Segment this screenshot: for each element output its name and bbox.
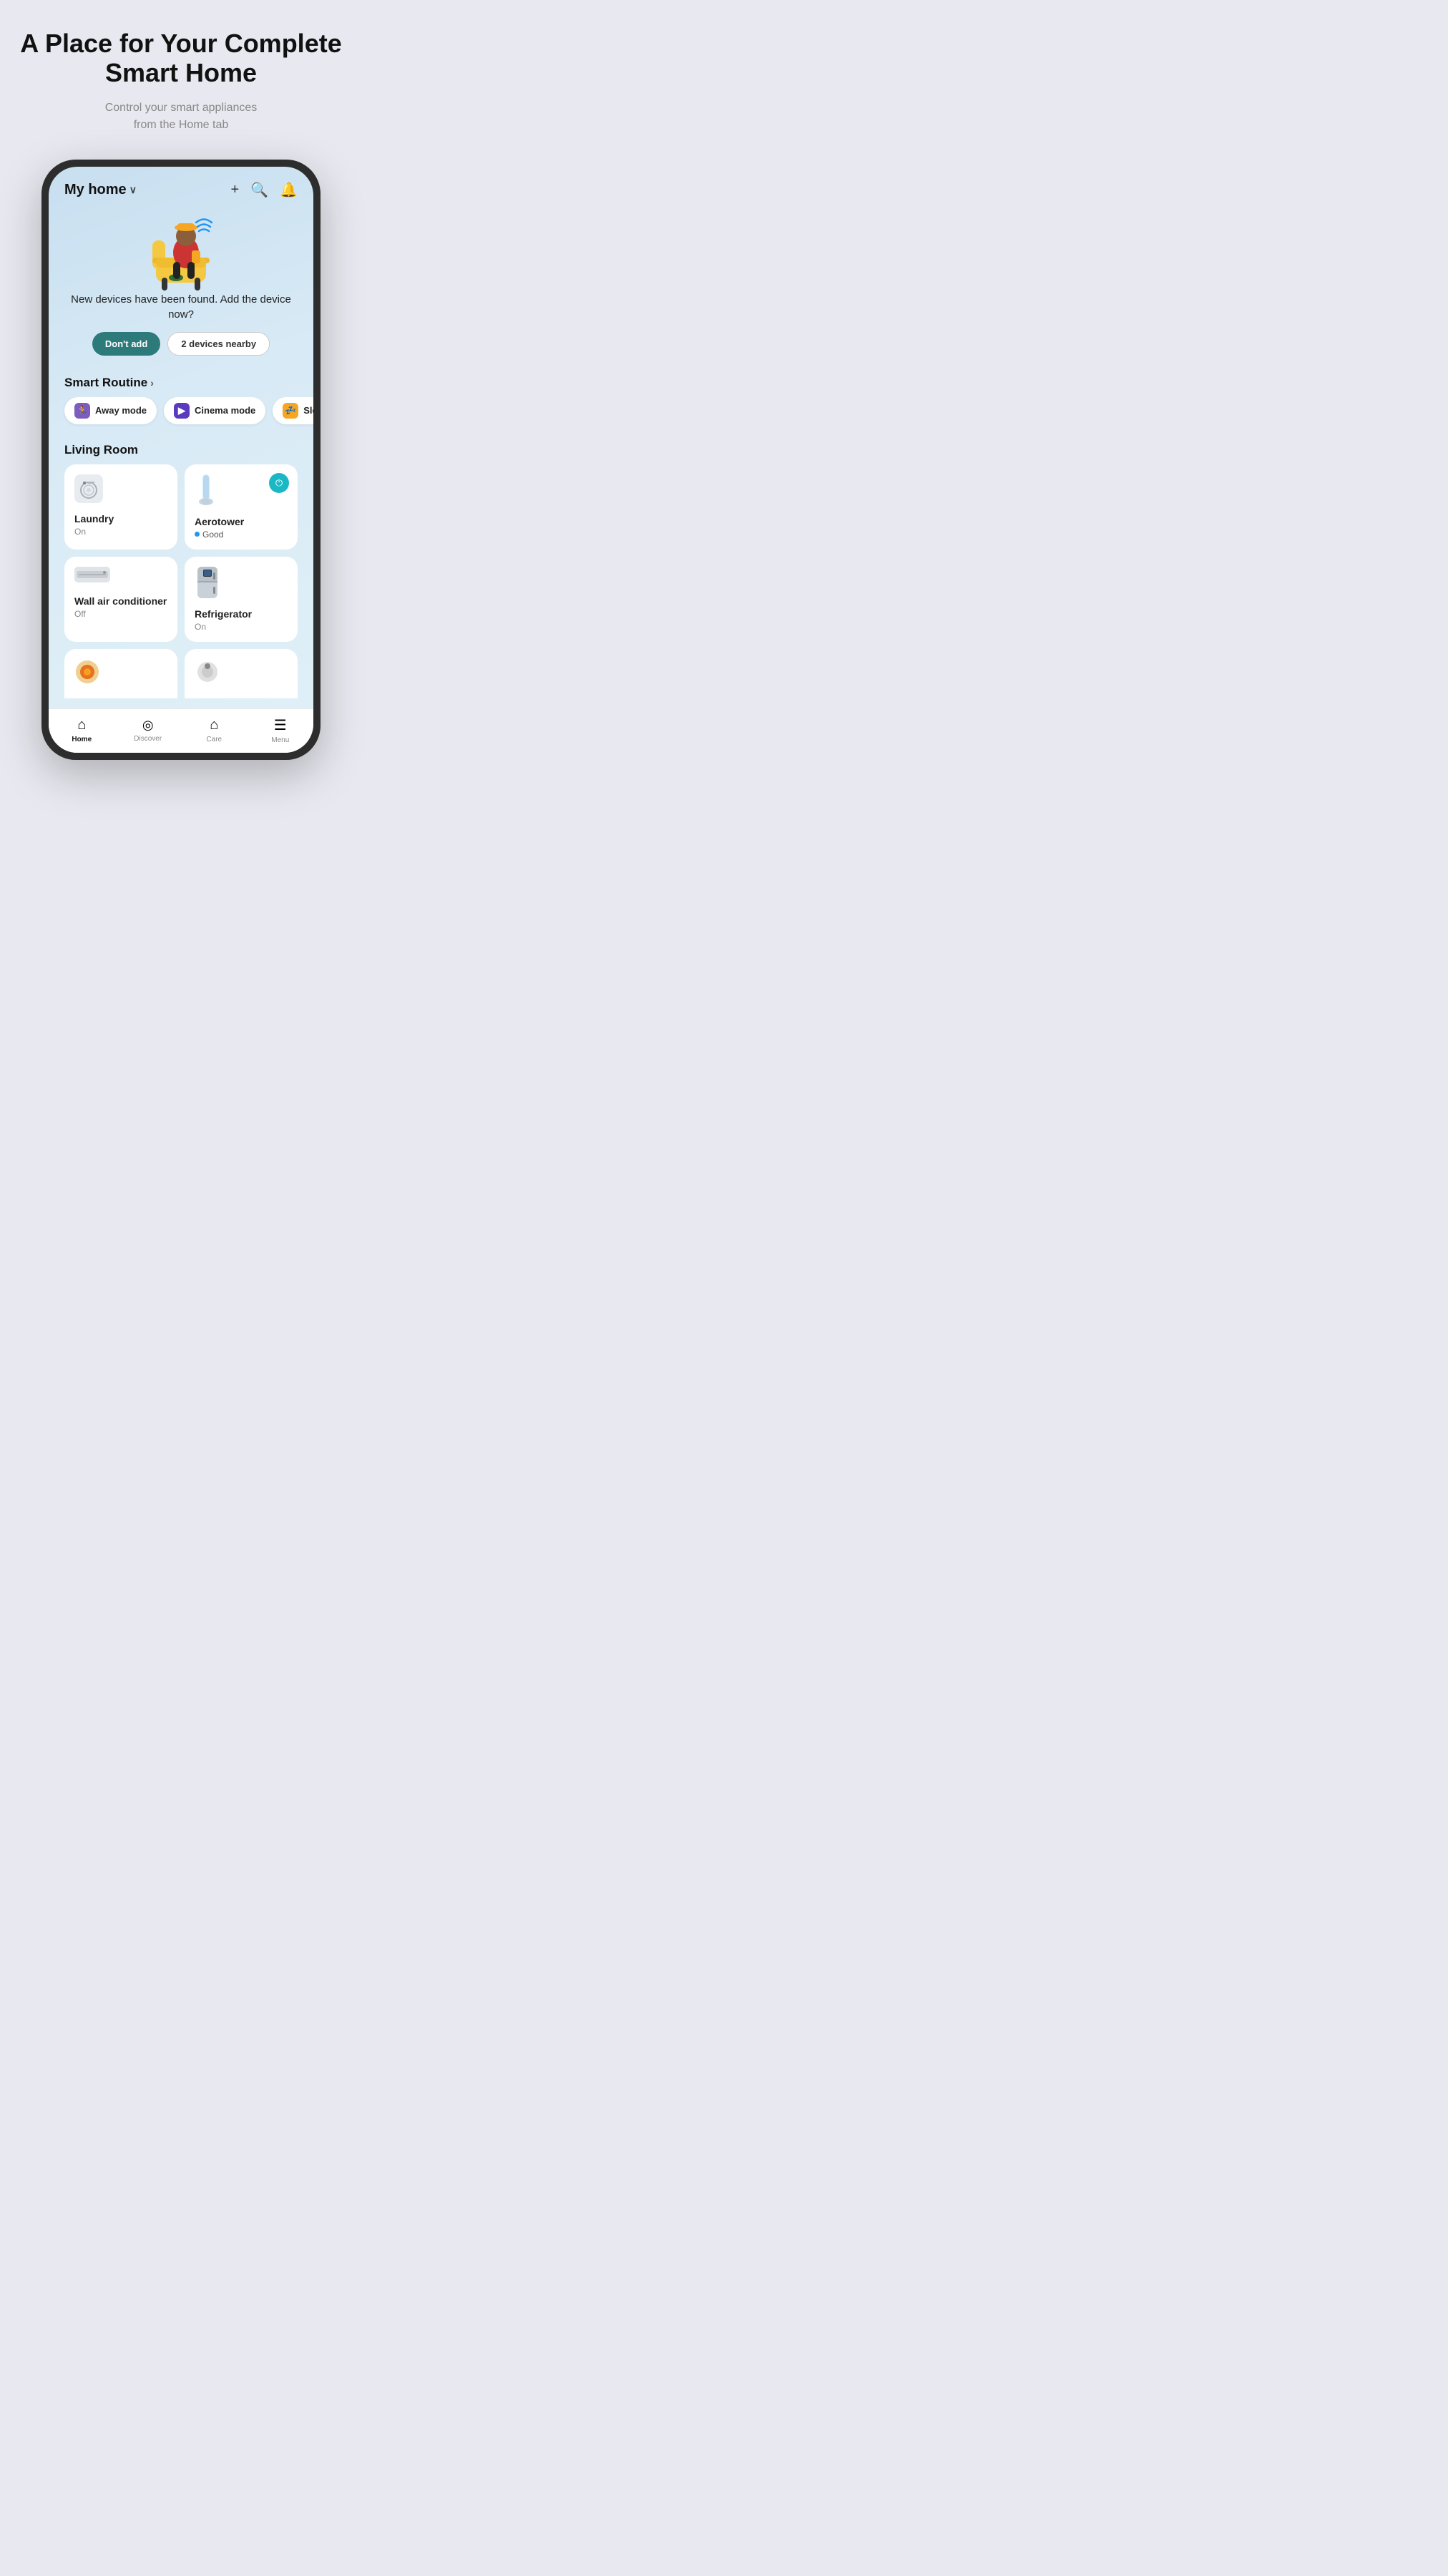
routine-chip-cinema[interactable]: ▶ Cinema mode	[164, 397, 265, 424]
hero-text: New devices have been found. Add the dev…	[64, 292, 298, 322]
cinema-mode-icon: ▶	[174, 403, 190, 419]
hero-buttons: Don't add 2 devices nearby	[92, 332, 270, 356]
away-mode-label: Away mode	[95, 405, 147, 416]
device-card-partial-left[interactable]	[64, 649, 177, 698]
phone-screen: My home ∨ + 🔍 🔔	[49, 167, 313, 753]
menu-nav-label: Menu	[271, 736, 289, 744]
smart-routine-section-title: Smart Routine ›	[49, 367, 313, 397]
routine-chip-sleep[interactable]: 💤 Sle...	[273, 397, 313, 424]
sleep-mode-label: Sle...	[303, 405, 313, 416]
section-arrow-icon: ›	[150, 377, 154, 389]
aerotower-status: Good	[195, 530, 288, 540]
home-nav-label: Home	[72, 736, 92, 743]
nav-discover[interactable]: ◎ Discover	[127, 718, 170, 743]
nav-menu[interactable]: ☰ Menu	[259, 716, 302, 744]
laundry-status: On	[74, 527, 167, 537]
laundry-icon	[74, 474, 167, 507]
wall-ac-status: Off	[74, 609, 167, 619]
aerotower-power-button[interactable]: ⏻	[269, 473, 289, 493]
device-card-partial-right[interactable]	[185, 649, 298, 698]
nav-home[interactable]: ⌂ Home	[60, 717, 103, 743]
living-room-label: Living Room	[64, 443, 138, 457]
refrigerator-icon	[195, 567, 288, 602]
chevron-down-icon: ∨	[129, 184, 137, 196]
smart-routine-label: Smart Routine	[64, 376, 147, 390]
search-icon[interactable]: 🔍	[250, 181, 268, 199]
refrigerator-name: Refrigerator	[195, 608, 288, 620]
status-dot-good	[195, 532, 200, 537]
device-card-aerotower[interactable]: ⏻ Aerotower Good	[185, 464, 298, 550]
care-nav-icon: ⌂	[210, 717, 218, 733]
device-card-refrigerator[interactable]: Refrigerator On	[185, 557, 298, 642]
discover-nav-label: Discover	[134, 735, 162, 743]
bottom-navigation: ⌂ Home ◎ Discover ⌂ Care ☰ Menu	[49, 708, 313, 753]
wall-ac-icon	[74, 567, 167, 586]
header-icons: + 🔍 🔔	[231, 181, 298, 199]
away-mode-icon: 🏃	[74, 403, 90, 419]
add-icon[interactable]: +	[231, 182, 240, 198]
living-room-section: Living Room Laundry	[49, 434, 313, 698]
care-nav-label: Care	[206, 736, 222, 743]
hero-illustration	[134, 206, 228, 292]
device-card-laundry[interactable]: Laundry On	[64, 464, 177, 550]
cinema-mode-label: Cinema mode	[195, 405, 255, 416]
sleep-mode-icon: 💤	[283, 403, 298, 419]
bell-icon[interactable]: 🔔	[280, 181, 298, 199]
devices-nearby-button[interactable]: 2 devices nearby	[167, 332, 270, 356]
phone-header: My home ∨ + 🔍 🔔	[49, 167, 313, 206]
wall-ac-name: Wall air conditioner	[74, 595, 167, 608]
living-room-title: Living Room	[64, 434, 298, 464]
phone-mockup: My home ∨ + 🔍 🔔	[41, 160, 321, 760]
routine-chips-row: 🏃 Away mode ▶ Cinema mode 💤 Sle...	[49, 397, 313, 434]
aerotower-status-text: Good	[202, 530, 223, 540]
page-subheadline: Control your smart appliancesfrom the Ho…	[105, 99, 258, 134]
menu-nav-icon: ☰	[274, 716, 287, 734]
home-title-text: My home	[64, 182, 127, 198]
dont-add-button[interactable]: Don't add	[92, 332, 160, 356]
home-title-area[interactable]: My home ∨	[64, 182, 137, 198]
devices-grid: Laundry On ⏻ Aerotower	[64, 464, 298, 642]
page-headline: A Place for Your Complete Smart Home	[14, 29, 348, 88]
device-card-wall-ac[interactable]: Wall air conditioner Off	[64, 557, 177, 642]
nav-care[interactable]: ⌂ Care	[192, 717, 235, 743]
aerotower-name: Aerotower	[195, 515, 288, 528]
home-nav-icon: ⌂	[77, 717, 86, 733]
routine-chip-away[interactable]: 🏃 Away mode	[64, 397, 157, 424]
hero-section: New devices have been found. Add the dev…	[49, 206, 313, 367]
laundry-name: Laundry	[74, 512, 167, 525]
refrigerator-status: On	[195, 622, 288, 632]
discover-nav-icon: ◎	[142, 718, 154, 733]
